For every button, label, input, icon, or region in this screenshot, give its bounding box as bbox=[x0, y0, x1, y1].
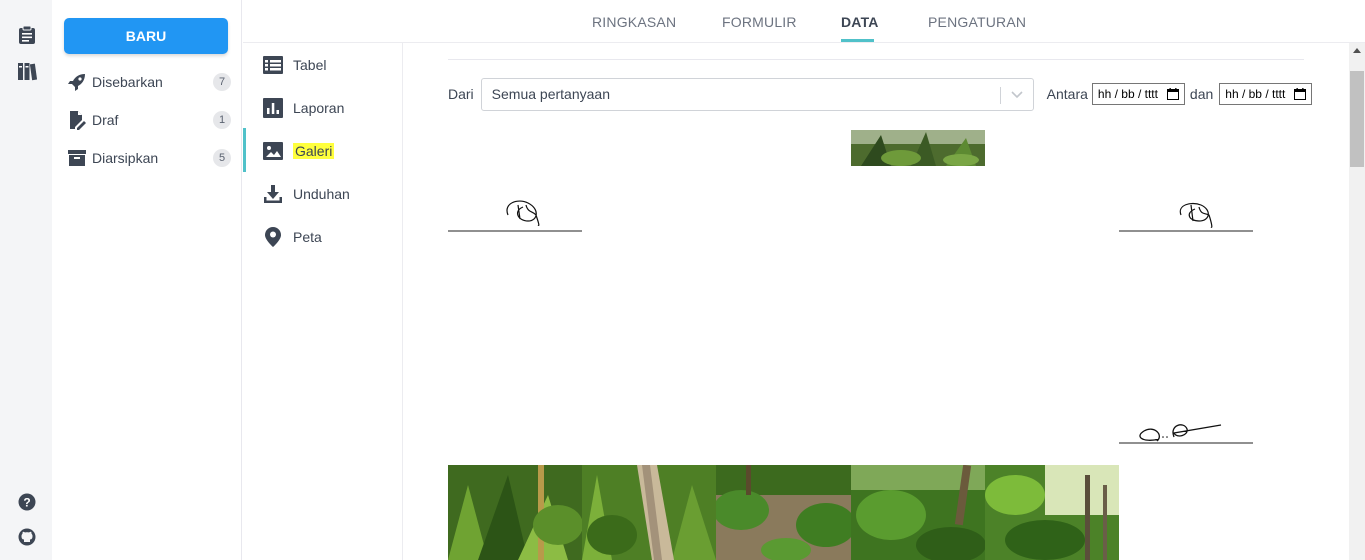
gallery-photo[interactable] bbox=[851, 130, 985, 166]
drawer-item-label: Disebarkan bbox=[92, 74, 163, 90]
scrollbar-thumb[interactable] bbox=[1350, 71, 1364, 167]
drawer-item-deployed[interactable]: Disebarkan 7 bbox=[66, 70, 231, 94]
github-icon[interactable] bbox=[16, 526, 38, 548]
subnav-label: Tabel bbox=[293, 57, 327, 73]
table-icon bbox=[263, 55, 283, 75]
calendar-icon[interactable] bbox=[1294, 88, 1307, 100]
end-date-value: hh / bb / tttt bbox=[1225, 87, 1286, 101]
tab-data[interactable]: DATA bbox=[841, 14, 879, 30]
active-subnav-indicator bbox=[243, 128, 246, 172]
end-date-input[interactable]: hh / bb / tttt bbox=[1219, 83, 1313, 105]
subnav-label: Galeri bbox=[293, 143, 335, 159]
select-separator bbox=[999, 86, 1001, 104]
projects-drawer: BARU Disebarkan 7 Draf 1 Diarsipkan 5 bbox=[52, 0, 242, 560]
between-label: Antara bbox=[1046, 86, 1088, 102]
calendar-icon[interactable] bbox=[1166, 88, 1179, 100]
gallery-content: Dari Semua pertanyaan Antara hh / bb / t… bbox=[403, 43, 1349, 560]
gallery-photo[interactable] bbox=[985, 465, 1119, 560]
forms-clipboard-icon[interactable] bbox=[16, 24, 38, 46]
and-label: dan bbox=[1189, 86, 1214, 102]
start-date-value: hh / bb / tttt bbox=[1097, 87, 1158, 101]
chevron-down-icon bbox=[1011, 90, 1023, 98]
library-books-icon[interactable] bbox=[16, 60, 38, 82]
gallery-filter: Dari Semua pertanyaan Antara hh / bb / t… bbox=[448, 77, 1313, 111]
icon-rail: ? bbox=[0, 0, 52, 560]
drawer-item-label: Draf bbox=[92, 112, 119, 128]
rocket-icon bbox=[66, 71, 88, 93]
tab-form[interactable]: FORMULIR bbox=[722, 14, 797, 30]
drawer-item-draft[interactable]: Draf 1 bbox=[66, 108, 231, 132]
tab-summary[interactable]: RINGKASAN bbox=[592, 14, 676, 30]
count-badge: 5 bbox=[213, 149, 231, 167]
map-pin-icon bbox=[263, 227, 283, 247]
count-badge: 1 bbox=[213, 111, 231, 129]
subnav-label: Peta bbox=[293, 229, 322, 245]
data-subnav: Tabel Laporan Galeri Unduhan Peta bbox=[243, 43, 403, 560]
new-project-button[interactable]: BARU bbox=[64, 18, 228, 54]
gallery-photo[interactable] bbox=[851, 465, 985, 560]
draft-edit-icon bbox=[66, 109, 88, 131]
drawer-item-label: Diarsipkan bbox=[92, 150, 159, 166]
vertical-scrollbar[interactable] bbox=[1349, 43, 1365, 560]
subnav-item-table[interactable]: Tabel bbox=[263, 53, 326, 77]
signature-image[interactable] bbox=[448, 193, 582, 233]
subnav-label: Laporan bbox=[293, 100, 345, 116]
help-icon[interactable]: ? bbox=[16, 491, 38, 513]
question-select[interactable]: Semua pertanyaan bbox=[480, 77, 1034, 111]
start-date-input[interactable]: hh / bb / tttt bbox=[1091, 83, 1185, 105]
project-tabs: RINGKASAN FORMULIR DATA PENGATURAN bbox=[243, 0, 1365, 43]
subnav-label: Unduhan bbox=[293, 186, 350, 202]
from-label: Dari bbox=[448, 86, 474, 102]
gallery-photo[interactable] bbox=[448, 465, 582, 560]
download-icon bbox=[263, 184, 283, 204]
subnav-item-downloads[interactable]: Unduhan bbox=[263, 182, 350, 206]
active-tab-indicator bbox=[841, 39, 874, 42]
drawer-item-archived[interactable]: Diarsipkan 5 bbox=[66, 146, 231, 170]
gallery-photo[interactable] bbox=[582, 465, 716, 560]
svg-text:?: ? bbox=[23, 496, 30, 510]
subnav-item-gallery[interactable]: Galeri bbox=[263, 139, 335, 163]
gallery-photo[interactable] bbox=[716, 465, 851, 560]
question-select-value: Semua pertanyaan bbox=[491, 86, 610, 102]
subnav-item-map[interactable]: Peta bbox=[263, 225, 322, 249]
signature-image[interactable] bbox=[1119, 193, 1253, 233]
divider bbox=[448, 59, 1304, 60]
signature-image[interactable] bbox=[1119, 413, 1253, 445]
archive-icon bbox=[66, 147, 88, 169]
gallery-icon bbox=[263, 141, 283, 161]
tab-settings[interactable]: PENGATURAN bbox=[928, 14, 1026, 30]
bar-chart-icon bbox=[263, 98, 283, 118]
subnav-item-reports[interactable]: Laporan bbox=[263, 96, 344, 120]
count-badge: 7 bbox=[213, 73, 231, 91]
scroll-up-arrow-icon[interactable] bbox=[1353, 48, 1361, 53]
